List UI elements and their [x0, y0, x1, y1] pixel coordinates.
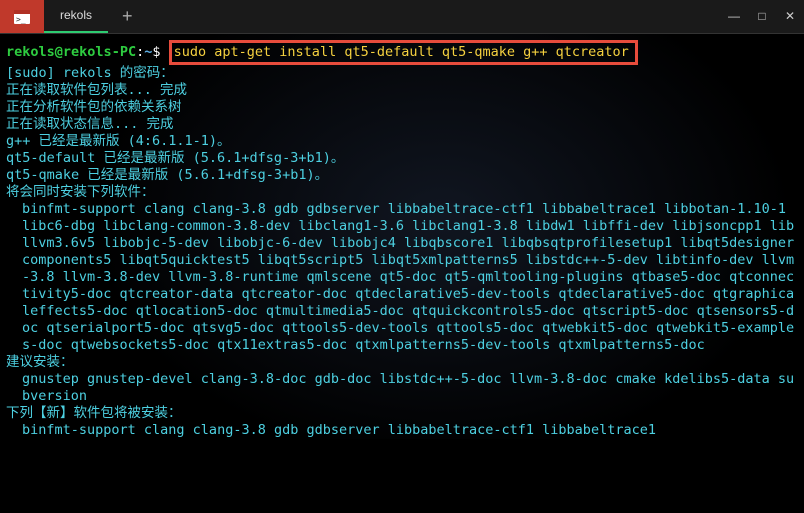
close-button[interactable]: ✕ [776, 0, 804, 34]
svg-text:>_: >_ [16, 15, 26, 24]
tab-label: rekols [60, 7, 92, 24]
output-line: 建议安装： [6, 354, 798, 371]
package-list: gnustep gnustep-devel clang-3.8-doc gdb-… [6, 371, 798, 405]
close-icon: ✕ [785, 8, 795, 25]
highlighted-command-box: sudo apt-get install qt5-default qt5-qma… [169, 40, 638, 65]
output-line: [sudo] rekols 的密码： [6, 65, 798, 82]
output-line: 正在读取软件包列表... 完成 [6, 82, 798, 99]
maximize-icon: □ [758, 8, 765, 25]
output-line: g++ 已经是最新版 (4:6.1.1-1)。 [6, 133, 798, 150]
new-tab-button[interactable]: + [108, 0, 147, 33]
prompt-dollar: $ [152, 44, 160, 60]
prompt-colon: : [136, 44, 144, 60]
prompt-user: rekols [6, 44, 55, 60]
prompt-at: @ [55, 44, 63, 60]
plus-icon: + [122, 8, 133, 25]
minimize-button[interactable]: — [720, 0, 748, 34]
command-text: sudo apt-get install qt5-default qt5-qma… [174, 44, 629, 60]
minimize-icon: — [728, 8, 740, 25]
output-line: 正在分析软件包的依赖关系树 [6, 99, 798, 116]
output-line: 将会同时安装下列软件： [6, 184, 798, 201]
output-line: 正在读取状态信息... 完成 [6, 116, 798, 133]
maximize-button[interactable]: □ [748, 0, 776, 34]
prompt-line: rekols@rekols-PC:~$ sudo apt-get install… [6, 40, 798, 65]
title-bar: >_ rekols + — □ ✕ [0, 0, 804, 34]
output-line: qt5-qmake 已经是最新版 (5.6.1+dfsg-3+b1)。 [6, 167, 798, 184]
app-icon-tab[interactable]: >_ [0, 0, 44, 33]
tab-rekols[interactable]: rekols [44, 0, 108, 33]
package-list: binfmt-support clang clang-3.8 gdb gdbse… [6, 422, 798, 439]
output-line: 下列【新】软件包将被安装： [6, 405, 798, 422]
terminal-output[interactable]: rekols@rekols-PC:~$ sudo apt-get install… [0, 34, 804, 439]
terminal-icon: >_ [14, 10, 30, 24]
prompt-host: rekols-PC [63, 44, 136, 60]
output-line: qt5-default 已经是最新版 (5.6.1+dfsg-3+b1)。 [6, 150, 798, 167]
package-list: binfmt-support clang clang-3.8 gdb gdbse… [6, 201, 798, 354]
window-controls: — □ ✕ [720, 0, 804, 33]
